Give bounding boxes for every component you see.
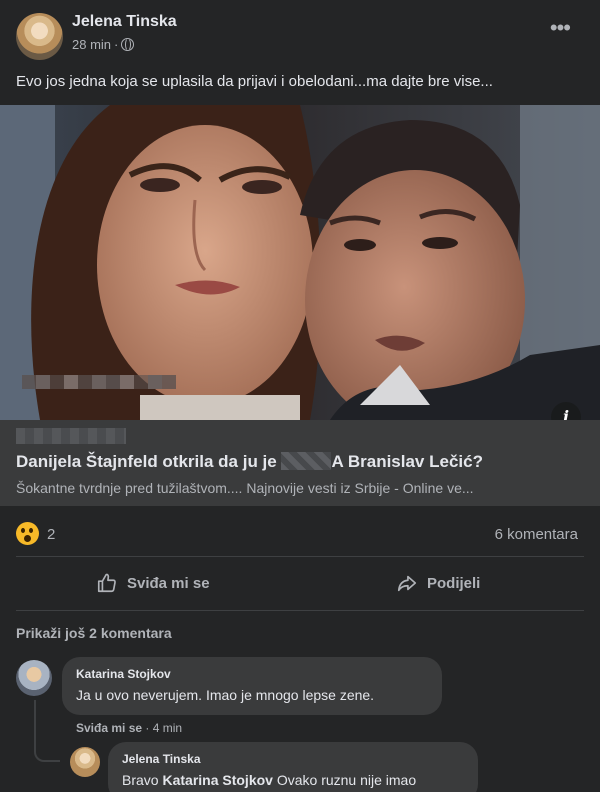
share-label: Podijeli <box>427 574 481 592</box>
comment-meta: Sviđa mi se · 4 min <box>76 721 183 735</box>
post-header: Jelena Tinska 28 min · ••• <box>0 0 600 64</box>
link-description: Šokantne tvrdnje pred tužilaštvom.... Na… <box>16 480 474 496</box>
comment-bubble: Katarina Stojkov Ja u ovo neverujem. Ima… <box>62 657 442 715</box>
author-name[interactable]: Jelena Tinska <box>72 13 177 31</box>
author-avatar[interactable] <box>16 13 63 60</box>
reply-bubble: Jelena Tinska Bravo Katarina Stojkov Ova… <box>108 742 478 792</box>
meta-separator: · <box>114 37 119 52</box>
commenter-name[interactable]: Katarina Stojkov <box>76 667 171 681</box>
comments-count[interactable]: 6 komentara <box>495 526 578 543</box>
divider <box>16 556 584 557</box>
like-label: Sviđa mi se <box>127 574 210 592</box>
commenter-avatar[interactable] <box>16 660 52 696</box>
post-time[interactable]: 28 min <box>72 37 111 52</box>
censored-domain <box>16 428 126 444</box>
replier-avatar[interactable] <box>70 747 100 777</box>
news-photo <box>0 105 600 420</box>
post-text: Evo jos jedna koja se uplasila da prijav… <box>16 73 493 90</box>
comment-text: Ja u ovo neverujem. Imao je mnogo lepse … <box>76 687 375 703</box>
share-icon <box>397 575 417 592</box>
reply-thread-line <box>34 700 60 762</box>
more-options-icon[interactable]: ••• <box>550 17 571 39</box>
reaction-count[interactable]: 2 <box>47 526 55 543</box>
post-meta: 28 min · <box>72 37 135 52</box>
link-preview-image[interactable] <box>0 105 600 420</box>
thumbs-up-icon <box>97 573 116 593</box>
replier-name[interactable]: Jelena Tinska <box>122 752 201 766</box>
globe-icon <box>121 38 135 51</box>
link-title[interactable]: Danijela Štajnfeld otkrila da ju je A Br… <box>16 452 483 472</box>
censored-word <box>281 452 332 470</box>
wow-reaction-icon[interactable] <box>16 522 39 545</box>
comment-like-link[interactable]: Sviđa mi se <box>76 721 142 735</box>
reply-text: Bravo Katarina Stojkov Ovako ruznu nije … <box>122 772 417 788</box>
divider <box>16 610 584 611</box>
mention-link[interactable]: Katarina Stojkov <box>162 772 272 788</box>
share-button[interactable]: Podijeli <box>396 572 480 594</box>
link-preview[interactable]: Danijela Štajnfeld otkrila da ju je A Br… <box>0 420 600 506</box>
like-button[interactable]: Sviđa mi se <box>96 572 210 594</box>
show-more-comments[interactable]: Prikaži još 2 komentara <box>16 625 172 641</box>
comment-time[interactable]: 4 min <box>153 721 182 735</box>
